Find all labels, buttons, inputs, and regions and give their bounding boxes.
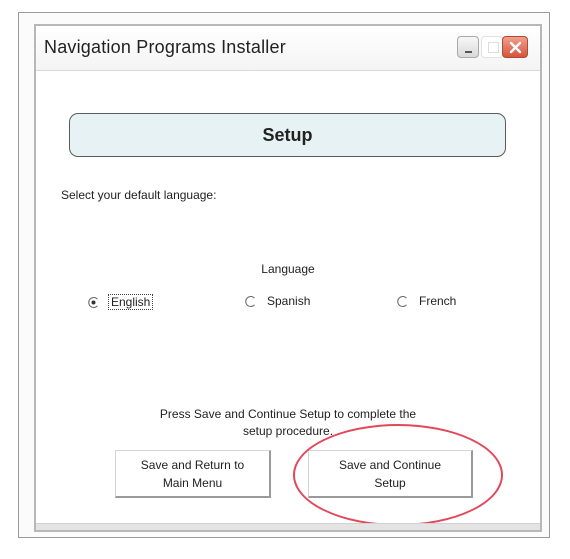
radio-spanish-label: Spanish [267,294,311,308]
installer-window: Navigation Programs Installer Setup Sele… [34,24,542,532]
maximize-icon[interactable] [481,36,503,58]
instructions-text: Press Save and Continue Setup to complet… [36,406,540,440]
radio-selected-icon [88,296,98,308]
title-bar: Navigation Programs Installer [36,26,540,71]
window-bottom-border [36,523,540,530]
close-icon[interactable] [502,36,528,58]
save-and-return-button[interactable]: Save and Return to Main Menu [115,450,271,498]
window-title: Navigation Programs Installer [44,37,286,57]
radio-french-label: French [419,294,457,308]
radio-unselected-icon [397,295,407,307]
setup-header: Setup [69,113,506,157]
language-group-label: Language [261,262,315,276]
radio-unselected-icon [245,295,255,307]
language-prompt: Select your default language: [61,188,217,202]
radio-english-label: English [108,294,154,310]
minimize-icon[interactable] [457,36,479,58]
radio-english[interactable]: English [88,294,154,310]
instructions-text-content: Press Save and Continue Setup to complet… [159,407,417,438]
radio-french[interactable]: French [397,294,458,308]
radio-spanish[interactable]: Spanish [245,294,312,308]
save-and-continue-button[interactable]: Save and Continue Setup [308,450,473,498]
